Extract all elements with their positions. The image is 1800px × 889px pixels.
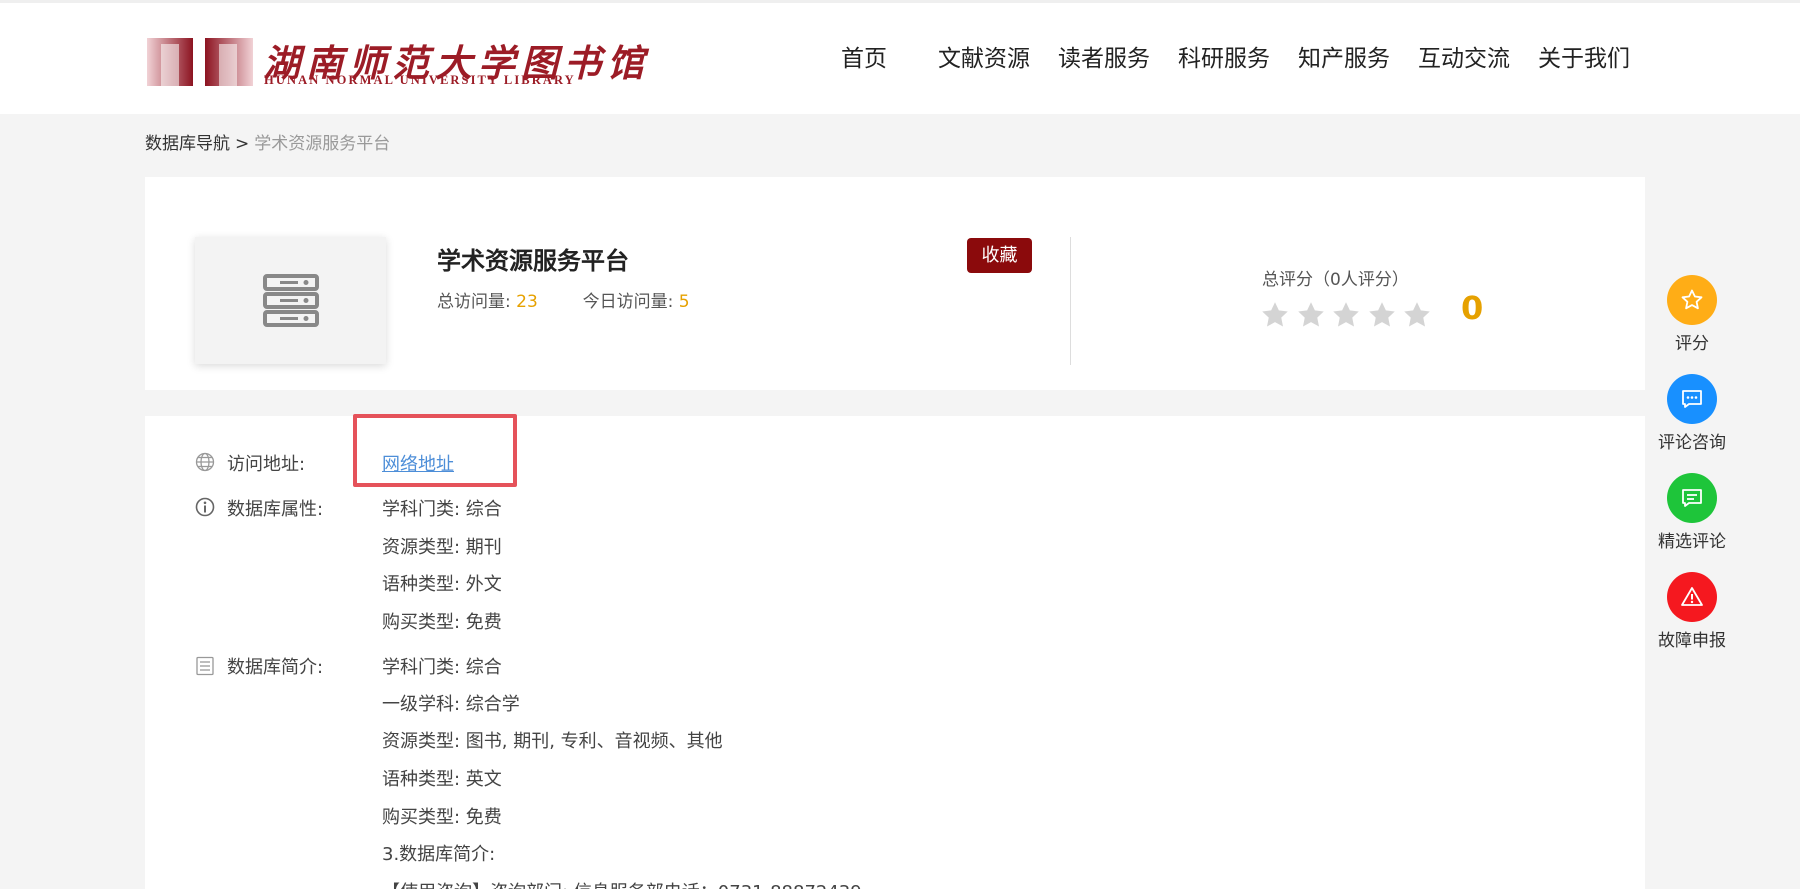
intro-subject: 学科门类: 综合 <box>382 657 502 678</box>
nav-home[interactable]: 首页 <box>841 43 887 75</box>
attribute-language: 语种类型: 外文 <box>382 574 502 595</box>
summary-divider <box>1070 237 1071 365</box>
today-visits-count: 5 <box>678 292 690 312</box>
info-icon <box>195 497 215 517</box>
nav-about-us[interactable]: 关于我们 <box>1538 43 1630 75</box>
side-report-label: 故障申报 <box>1658 631 1726 651</box>
nav-ip-services[interactable]: 知产服务 <box>1298 43 1390 75</box>
nav-resources[interactable]: 文献资源 <box>938 43 1030 75</box>
rating-star-icon[interactable] <box>1402 300 1432 330</box>
side-report-circle <box>1667 572 1717 622</box>
intro-purchase-type: 购买类型: 免费 <box>382 807 502 828</box>
attribute-subject: 学科门类: 综合 <box>382 499 502 520</box>
database-detail-card: 访问地址: 网络地址 数据库属性: 学科门类: 综合 资源类型: 期刊 语种类型… <box>145 414 1645 889</box>
rating-score: 0 <box>1461 289 1484 327</box>
side-consult-label: 评论咨询 <box>1658 433 1726 453</box>
main-nav: 首页 文献资源 读者服务 科研服务 知产服务 互动交流 关于我们 <box>0 43 1800 75</box>
visit-stats: 总访问量: 23 今日访问量: 5 <box>437 287 690 312</box>
side-featured-circle <box>1667 473 1717 523</box>
total-visits-label: 总访问量: <box>437 292 511 312</box>
side-rate-circle <box>1667 275 1717 325</box>
breadcrumb: 数据库导航 > 学术资源服务平台 <box>145 133 390 155</box>
side-featured-label: 精选评论 <box>1658 532 1726 552</box>
breadcrumb-current: 学术资源服务平台 <box>254 134 391 154</box>
nav-research-services[interactable]: 科研服务 <box>1178 43 1270 75</box>
breadcrumb-separator: > <box>235 134 250 154</box>
database-title: 学术资源服务平台 <box>437 247 629 275</box>
total-rating-label: 总评分（0人评分） <box>1262 270 1409 290</box>
favorite-button[interactable]: 收藏 <box>967 238 1032 273</box>
logo-english-name: HUNAN NORMAL UNIVERSITY LIBRARY <box>264 73 576 87</box>
access-link[interactable]: 网络地址 <box>382 450 454 476</box>
intro-section-heading: 3.数据库简介: <box>382 844 496 865</box>
breadcrumb-database-nav[interactable]: 数据库导航 <box>145 134 230 154</box>
intro-contact-info: 【使用咨询】咨询部门: 信息服务部电话：0731-88872439 <box>382 878 862 889</box>
side-rate-label: 评分 <box>1675 334 1709 354</box>
database-server-icon <box>263 274 319 327</box>
nav-reader-services[interactable]: 读者服务 <box>1058 43 1150 75</box>
introduction-label: 数据库简介: <box>227 657 324 678</box>
database-thumbnail <box>195 237 386 364</box>
comment-icon <box>1682 489 1702 507</box>
intro-language: 语种类型: 英文 <box>382 769 502 790</box>
globe-icon <box>195 452 215 472</box>
chat-icon <box>1682 390 1702 408</box>
document-icon <box>196 656 214 676</box>
warning-icon <box>1681 587 1703 606</box>
today-visits-label: 今日访问量: <box>582 292 674 312</box>
attribute-purchase-type: 购买类型: 免费 <box>382 612 502 633</box>
rating-star-icon[interactable] <box>1331 300 1361 330</box>
rating-star-icon[interactable] <box>1367 300 1397 330</box>
access-address-label: 访问地址: <box>227 454 306 475</box>
rating-star-icon[interactable] <box>1260 300 1290 330</box>
nav-interaction[interactable]: 互动交流 <box>1418 43 1510 75</box>
site-header: 湖南师范大学图书馆 HUNAN NORMAL UNIVERSITY LIBRAR… <box>0 0 1800 114</box>
database-summary-card: 学术资源服务平台 总访问量: 23 今日访问量: 5 收藏 总评分（0人评分） … <box>145 177 1645 390</box>
rating-star-icon[interactable] <box>1296 300 1326 330</box>
intro-resource-type: 资源类型: 图书, 期刊, 专利、音视频、其他 <box>382 731 723 752</box>
intro-primary-discipline: 一级学科: 综合学 <box>382 694 520 715</box>
side-consult-circle <box>1667 374 1717 424</box>
attributes-label: 数据库属性: <box>227 499 324 520</box>
star-icon <box>1681 289 1703 310</box>
total-visits-count: 23 <box>516 292 538 312</box>
attribute-resource-type: 资源类型: 期刊 <box>382 537 502 558</box>
